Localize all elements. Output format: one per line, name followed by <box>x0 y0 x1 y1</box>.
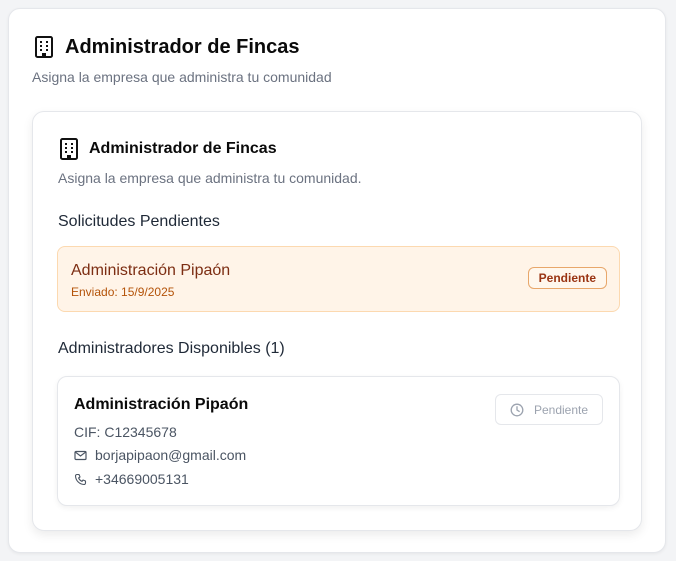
phone-icon <box>74 473 87 485</box>
pending-request-date: Enviado: 15/9/2025 <box>71 285 175 299</box>
admin-phone-row: +34669005131 <box>74 471 189 487</box>
pending-request-item: Administración Pipaón Enviado: 15/9/2025… <box>57 246 620 312</box>
building-icon <box>60 138 78 160</box>
panel-header: Administrador de Fincas <box>33 35 300 59</box>
building-icon <box>35 36 53 58</box>
status-button-label: Pendiente <box>533 402 589 417</box>
page-subtitle: Asigna la empresa que administra tu comu… <box>32 69 332 85</box>
page-title: Administrador de Fincas <box>65 35 300 58</box>
admin-list-item: Administración Pipaón CIF: C12345678 bor… <box>57 376 620 506</box>
pending-requests-heading: Solicitudes Pendientes <box>58 213 220 230</box>
admin-email: borjapipaon@gmail.com <box>95 447 247 463</box>
admin-email-row: borjapipaon@gmail.com <box>74 447 246 463</box>
status-badge: Pendiente <box>527 267 607 289</box>
admin-name: Administración Pipaón <box>74 396 249 413</box>
card-header: Administrador de Fincas <box>59 138 277 160</box>
available-admins-heading: Administradores Disponibles (1) <box>58 340 285 357</box>
mail-icon <box>74 450 87 460</box>
clock-icon <box>510 403 524 416</box>
administrator-card: Administrador de Fincas Asigna la empres… <box>32 111 642 531</box>
card-title: Administrador de Fincas <box>89 140 277 157</box>
card-subtitle: Asigna la empresa que administra tu comu… <box>58 170 362 186</box>
admin-phone: +34669005131 <box>95 471 189 487</box>
pending-status-button[interactable]: Pendiente <box>495 394 603 425</box>
admin-cif: CIF: C12345678 <box>74 424 177 440</box>
administrator-panel: Administrador de Fincas Asigna la empres… <box>8 8 666 553</box>
pending-request-name: Administración Pipaón <box>71 262 231 279</box>
